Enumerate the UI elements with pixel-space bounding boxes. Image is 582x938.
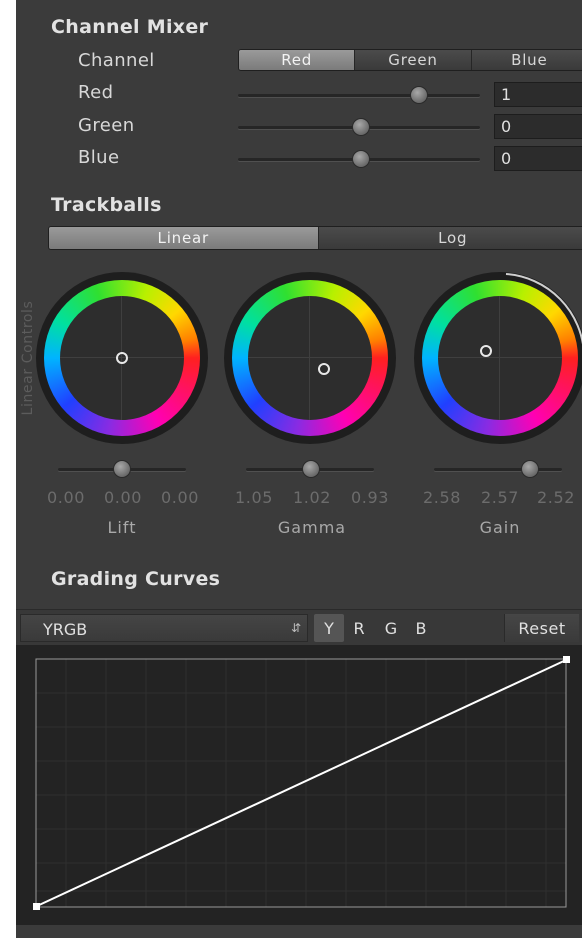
lift-value-b: 0.00 [160,488,200,507]
gamma-wheel-center [248,296,372,420]
gamma-value-b: 0.93 [350,488,390,507]
gain-value-b: 2.52 [536,488,576,507]
gamma-label: Gamma [277,518,347,537]
gamma-slider-knob[interactable] [302,460,320,478]
curve-channel-y[interactable]: Y [314,614,344,642]
curve-channel-g[interactable]: G [376,614,406,642]
red-value-field[interactable]: 1 [494,82,582,107]
trackball-mode-selector: Linear Log [48,226,582,250]
gain-value-g: 2.57 [480,488,520,507]
curve-editor[interactable] [16,645,582,925]
lift-value-r: 0.00 [46,488,86,507]
curve-channel-b[interactable]: B [406,614,436,642]
green-row-label: Green [78,115,135,136]
lift-value-g: 0.00 [103,488,143,507]
gamma-crosshair-h [248,357,372,358]
gamma-crosshair-v [309,296,310,420]
dropdown-arrows-icon: ⇵ [290,621,301,635]
panel-footer [16,925,582,938]
curve-start-point[interactable] [33,903,40,910]
lift-slider-knob[interactable] [113,460,131,478]
gain-slider-track[interactable] [434,468,562,471]
trackballs-title: Trackballs [51,194,162,216]
gain-slider-knob[interactable] [521,460,539,478]
lift-label: Lift [107,518,137,537]
gamma-handle[interactable] [318,363,330,375]
mode-tab-linear[interactable]: Linear [49,227,319,249]
blue-row-label: Blue [78,147,120,168]
grading-curves-title: Grading Curves [51,568,221,590]
curve-toolbar: YRGB ⇵ Y R G B Reset [16,609,582,647]
channel-label: Channel [78,50,155,71]
lift-trackball[interactable] [36,272,208,444]
channel-selector: Red Green Blue [238,49,582,71]
gain-value-r: 2.58 [422,488,462,507]
linear-controls-label: Linear Controls [20,300,36,416]
curve-type-value: YRGB [43,620,88,639]
red-row-label: Red [78,82,114,103]
mode-tab-log[interactable]: Log [318,227,582,249]
red-slider-knob[interactable] [410,86,428,104]
curve-editor-canvas[interactable] [16,645,582,925]
red-slider-track[interactable] [238,94,480,97]
channel-tab-blue[interactable]: Blue [471,50,582,70]
lift-handle[interactable] [116,352,128,364]
gain-trackball[interactable] [414,272,582,444]
post-processing-panel: Channel Mixer Channel Red Green Blue Red… [16,0,582,938]
curve-type-dropdown[interactable]: YRGB ⇵ [20,614,308,642]
blue-value-field[interactable]: 0 [494,146,582,171]
channel-tab-red[interactable]: Red [239,50,356,70]
gamma-value-g: 1.02 [292,488,332,507]
channel-tab-green[interactable]: Green [355,50,472,70]
green-slider-knob[interactable] [352,118,370,136]
green-value-field[interactable]: 0 [494,114,582,139]
channel-mixer-title: Channel Mixer [51,16,209,38]
curve-channel-r[interactable]: R [344,614,374,642]
curve-line[interactable] [36,659,567,907]
gamma-trackball[interactable] [224,272,396,444]
reset-button[interactable]: Reset [504,614,579,642]
gain-intensity-arc [505,273,582,345]
curve-end-point[interactable] [563,656,570,663]
blue-slider-knob[interactable] [352,150,370,168]
gamma-value-r: 1.05 [234,488,274,507]
gain-label: Gain [479,518,521,537]
